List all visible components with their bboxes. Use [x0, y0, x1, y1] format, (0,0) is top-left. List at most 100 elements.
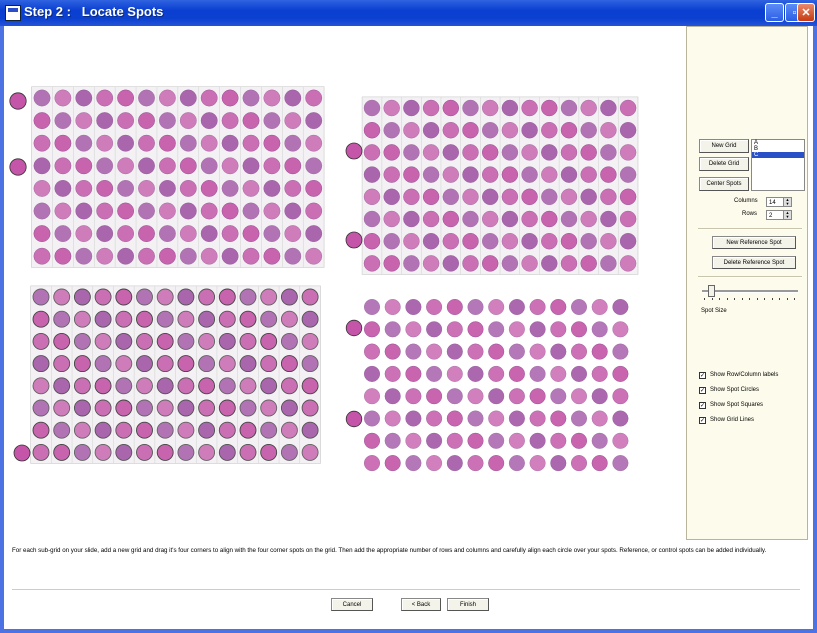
spot[interactable] [301, 355, 319, 373]
spot[interactable] [619, 99, 637, 117]
spot[interactable] [117, 89, 135, 107]
spot[interactable] [521, 166, 538, 183]
spot[interactable] [384, 432, 401, 449]
spot[interactable] [508, 321, 525, 338]
spot[interactable] [521, 99, 538, 117]
spot[interactable] [198, 399, 216, 417]
spot[interactable] [501, 144, 519, 161]
spot[interactable] [156, 443, 174, 461]
spot[interactable] [301, 443, 319, 461]
spot[interactable] [521, 144, 538, 161]
spot[interactable] [263, 134, 281, 152]
spot[interactable] [422, 166, 440, 183]
spot[interactable] [284, 202, 302, 220]
spot[interactable] [239, 399, 257, 417]
spot[interactable] [571, 455, 588, 472]
spot[interactable] [600, 255, 617, 272]
spot[interactable] [158, 247, 176, 265]
spot[interactable] [521, 255, 538, 272]
spot[interactable] [560, 144, 578, 161]
spot[interactable] [94, 399, 112, 417]
spot[interactable] [442, 210, 459, 228]
spot[interactable] [482, 99, 499, 117]
spot[interactable] [405, 432, 422, 449]
spot[interactable] [363, 210, 381, 228]
spot[interactable] [619, 166, 637, 183]
spot[interactable] [94, 443, 112, 461]
spot[interactable] [239, 310, 257, 328]
spot[interactable] [263, 179, 281, 197]
spot[interactable] [550, 432, 567, 449]
spot[interactable] [541, 210, 558, 228]
spot[interactable] [384, 365, 401, 382]
back-button[interactable]: < Back [401, 598, 441, 611]
spot[interactable] [571, 321, 588, 338]
reference-spot[interactable] [9, 158, 27, 176]
reference-spot[interactable] [345, 142, 363, 160]
spot[interactable] [239, 421, 257, 439]
rows-spinner[interactable]: 2 ▲ ▼ [766, 210, 792, 220]
spot[interactable] [32, 310, 50, 328]
spot[interactable] [32, 399, 50, 417]
spot[interactable] [550, 343, 567, 360]
spot[interactable] [446, 299, 463, 316]
spot[interactable] [541, 144, 558, 161]
spot[interactable] [305, 112, 323, 130]
spot[interactable] [467, 365, 484, 382]
spot[interactable] [422, 232, 440, 250]
spot[interactable] [580, 144, 597, 161]
spot[interactable] [363, 166, 381, 183]
spot[interactable] [138, 89, 155, 107]
spot[interactable] [580, 255, 597, 272]
spot[interactable] [263, 89, 281, 107]
spot[interactable] [115, 332, 133, 350]
spot[interactable] [363, 121, 381, 139]
spot[interactable] [198, 332, 216, 350]
spot[interactable] [383, 188, 400, 206]
spot-grid[interactable] [345, 299, 629, 472]
spot[interactable] [482, 210, 499, 228]
spot[interactable] [541, 255, 558, 272]
spot[interactable] [405, 388, 422, 405]
spot[interactable] [446, 432, 463, 449]
spot[interactable] [33, 247, 51, 265]
spot[interactable] [529, 388, 546, 405]
spot-grid[interactable] [9, 86, 325, 268]
spot[interactable] [384, 321, 401, 338]
spot[interactable] [136, 288, 153, 306]
spot[interactable] [53, 443, 71, 461]
spot[interactable] [263, 247, 281, 265]
spot[interactable] [242, 247, 260, 265]
spot[interactable] [138, 247, 155, 265]
spot[interactable] [422, 144, 440, 161]
spot[interactable] [403, 188, 420, 206]
spot[interactable] [521, 232, 538, 250]
spot[interactable] [560, 232, 578, 250]
spot[interactable] [560, 99, 578, 117]
spot[interactable] [403, 255, 420, 272]
spot[interactable] [156, 332, 174, 350]
spot[interactable] [179, 134, 197, 152]
spot[interactable] [54, 225, 72, 243]
spot[interactable] [177, 332, 195, 350]
spot[interactable] [242, 157, 260, 175]
spot[interactable] [54, 89, 72, 107]
spot[interactable] [158, 157, 176, 175]
spot[interactable] [33, 157, 51, 175]
spot[interactable] [33, 112, 51, 130]
spot[interactable] [136, 355, 153, 373]
spot[interactable] [364, 299, 381, 316]
spot[interactable] [200, 134, 218, 152]
spot[interactable] [612, 410, 629, 427]
spot[interactable] [442, 121, 459, 139]
spot[interactable] [612, 343, 629, 360]
spot[interactable] [260, 332, 278, 350]
spot[interactable] [619, 232, 637, 250]
spot[interactable] [53, 310, 71, 328]
spot[interactable] [136, 310, 153, 328]
spot[interactable] [96, 202, 114, 220]
spot[interactable] [239, 355, 257, 373]
spot[interactable] [221, 179, 239, 197]
spot[interactable] [446, 455, 463, 472]
spot[interactable] [529, 299, 546, 316]
